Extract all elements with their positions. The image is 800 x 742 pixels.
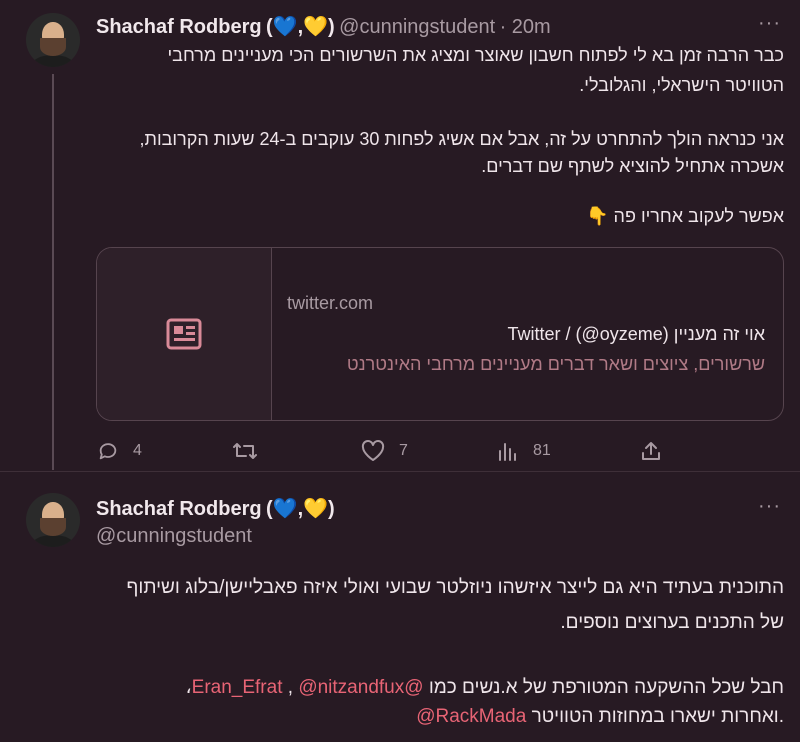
tweet-divider bbox=[0, 471, 800, 472]
share-button[interactable] bbox=[640, 440, 662, 462]
author-name[interactable]: Shachaf Rodberg bbox=[96, 498, 262, 520]
author-name[interactable]: Shachaf Rodberg bbox=[96, 16, 262, 38]
tweet-text-line: אשכרה אתחיל להוציא לשתף שם דברים. bbox=[481, 156, 784, 176]
card-media bbox=[97, 248, 272, 420]
tweet-time[interactable]: · 20m bbox=[500, 16, 551, 38]
author-handle[interactable]: @cunningstudent bbox=[339, 16, 495, 38]
tweet-text-segment: ואחרות ישארו במחוזות הטוויטר. bbox=[531, 706, 784, 727]
share-icon bbox=[642, 442, 660, 460]
mention-link[interactable]: @nitzandfux bbox=[298, 677, 404, 698]
reply-button[interactable]: 4 bbox=[97, 440, 142, 462]
tweet-text-line: אני כנראה הולך להתחרט על זה, אבל אם אשיג… bbox=[139, 129, 784, 149]
mention-link[interactable]: @RackMada bbox=[416, 706, 526, 727]
reply-count: 4 bbox=[133, 442, 142, 459]
tweet-text-line: כבר הרבה זמן בא לי לפתוח חשבון שאוצר ומצ… bbox=[167, 45, 785, 65]
retweet-button[interactable] bbox=[232, 440, 272, 462]
tweet-text-line: @RackMada ואחרות ישארו במחוזות הטוויטר. bbox=[14, 706, 784, 728]
article-icon bbox=[166, 318, 202, 350]
author-emojis: (💙,💛) bbox=[266, 16, 335, 38]
card-domain: twitter.com bbox=[287, 293, 374, 313]
tweet-text-line: הטוויטר הישראלי, והגלובלי. bbox=[579, 75, 784, 95]
tweet-text-line: חבל שכל ההשקעה המטורפת של א.נשים כמו @Er… bbox=[14, 676, 784, 699]
more-icon[interactable]: ··· bbox=[758, 495, 781, 518]
like-button[interactable]: 7 bbox=[361, 440, 408, 462]
tweet-text-line: של התכנים בערוצים נוספים. bbox=[560, 612, 784, 633]
author-emojis: (💙,💛) bbox=[266, 498, 335, 520]
tweet-text-separator: , bbox=[282, 677, 294, 698]
views-icon bbox=[499, 443, 516, 461]
tweet-header: Shachaf Rodberg (💙,💛) @cunningstudent · … bbox=[96, 14, 551, 39]
tweet-text-segment: חבל שכל ההשקעה המטורפת של א.נשים כמו bbox=[428, 677, 784, 698]
views-button[interactable]: 81 bbox=[497, 440, 551, 462]
more-icon[interactable]: ··· bbox=[758, 12, 781, 35]
tweet-text-line: התוכנית בעתיד היא גם לייצר איזשהו ניוזלט… bbox=[126, 577, 784, 598]
heart-icon bbox=[361, 440, 385, 461]
retweet-icon bbox=[233, 443, 257, 459]
card-title: אוי זה מעניין (oyzeme@) / Twitter bbox=[507, 324, 765, 344]
card-description: שרשורים, ציוצים ושאר דברים מעניינים מרחב… bbox=[346, 354, 765, 374]
like-count: 7 bbox=[399, 442, 408, 459]
link-card[interactable]: twitter.com אוי זה מעניין (oyzeme@) / Tw… bbox=[96, 247, 784, 421]
avatar[interactable] bbox=[26, 493, 80, 547]
tweet-text-line: אפשר לעקוב אחריו פה 👇 bbox=[586, 206, 784, 226]
tweet-header: Shachaf Rodberg (💙,💛) bbox=[96, 496, 335, 521]
views-count: 81 bbox=[533, 442, 551, 459]
author-handle[interactable]: @cunningstudent bbox=[96, 525, 252, 548]
reply-icon bbox=[99, 443, 117, 460]
